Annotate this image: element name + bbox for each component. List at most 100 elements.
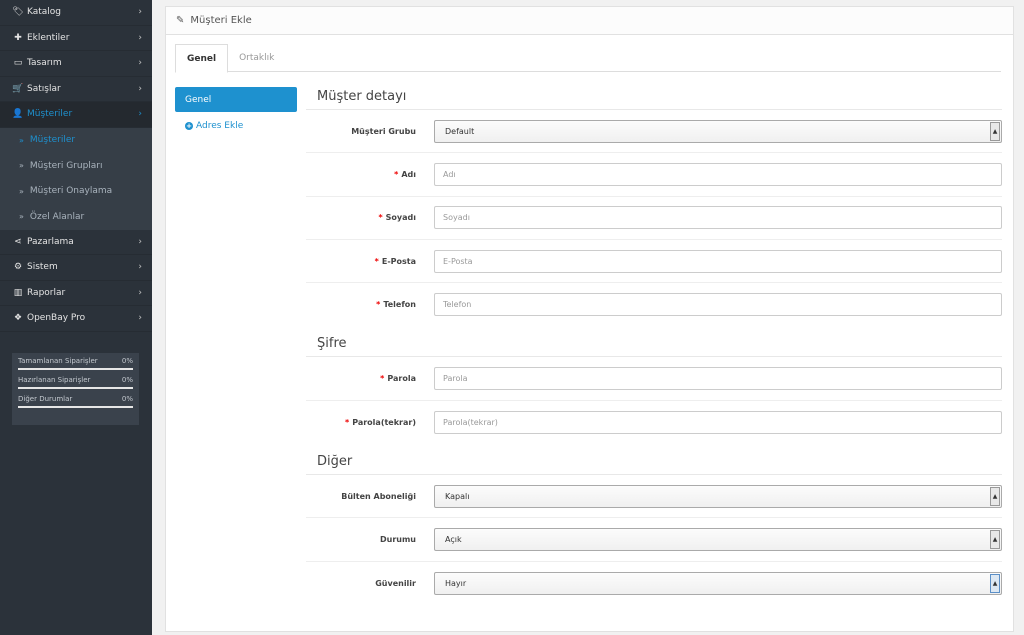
pencil-icon: ✎ bbox=[176, 15, 185, 26]
double-chevron-icon: » bbox=[19, 212, 24, 222]
tab-general[interactable]: Genel bbox=[175, 44, 229, 73]
submenu-item-label: Özel Alanlar bbox=[29, 211, 85, 222]
status-row: Hazırlanan Siparişler 0% bbox=[18, 376, 133, 389]
row-email: * E-Posta E-Posta bbox=[306, 240, 1002, 284]
plus-circle-icon: + bbox=[185, 122, 193, 130]
status-value: 0% bbox=[121, 357, 133, 365]
sidebar-item-pazarlama[interactable]: ⋖ Pazarlama › bbox=[0, 230, 152, 255]
status-select[interactable]: Açık ▲ bbox=[434, 528, 1002, 552]
label-customer-group: Müşteri Grubu bbox=[351, 126, 416, 136]
status-label: Hazırlanan Siparişler bbox=[18, 376, 91, 384]
chevron-right-icon: › bbox=[138, 313, 142, 324]
row-status: Durumu Açık ▲ bbox=[306, 518, 1002, 562]
lastname-input[interactable]: Soyadı bbox=[434, 206, 1002, 230]
status-progress-bar bbox=[18, 368, 133, 370]
status-progress-bar bbox=[18, 406, 133, 408]
customer-group-select[interactable]: Default ▲ bbox=[434, 119, 1002, 143]
add-address-link[interactable]: + Adres Ekle bbox=[175, 121, 297, 131]
form-content: Müşter detayı Müşteri Grubu Default ▲ * A… bbox=[306, 79, 1002, 605]
chevron-right-icon: › bbox=[138, 236, 142, 247]
sidebar-item-label: Katalog bbox=[27, 7, 62, 18]
row-phone: * Telefon Telefon bbox=[306, 283, 1002, 326]
dropdown-caret-icon: ▲ bbox=[990, 573, 1000, 593]
sidebar-submenu: » Müşteriler » Müşteri Grupları » Müşteri Ona… bbox=[0, 127, 152, 230]
double-chevron-icon: » bbox=[19, 135, 24, 145]
submenu-item-label: Müşteri Grupları bbox=[29, 160, 103, 171]
row-password: * Parola Parola bbox=[306, 357, 1002, 401]
chevron-right-icon: › bbox=[138, 83, 142, 94]
main-panel: ✎ Müşteri Ekle Genel Ortaklık Genel + Ad… bbox=[165, 6, 1014, 632]
row-newsletter: Bülten Aboneliği Kapalı ▲ bbox=[306, 475, 1002, 519]
submenu-item[interactable]: » Müşteri Grupları bbox=[0, 153, 152, 179]
tab-affiliate[interactable]: Ortaklık bbox=[228, 44, 285, 72]
add-address-label: Adres Ekle bbox=[196, 121, 244, 131]
sidebar-item-eklentiler[interactable]: ✚ Eklentiler › bbox=[0, 26, 152, 51]
tab-bar: Genel Ortaklık bbox=[175, 44, 1001, 73]
status-label: Tamamlanan Siparişler bbox=[18, 357, 98, 365]
customer-group-value: Default bbox=[445, 126, 475, 136]
newsletter-select[interactable]: Kapalı ▲ bbox=[434, 484, 1002, 508]
puzzle-icon: ✚ bbox=[14, 32, 22, 43]
status-value: 0% bbox=[121, 376, 133, 384]
section-customer-detail: Müşter detayı bbox=[306, 79, 1002, 110]
row-confirm: * Parola(tekrar) Parola(tekrar) bbox=[306, 401, 1002, 444]
sidebar-item-label: Satışlar bbox=[27, 83, 61, 94]
sidebar-item-satışlar[interactable]: 🛒 Satışlar › bbox=[0, 77, 152, 102]
gear-icon: ⚙ bbox=[13, 262, 23, 273]
submenu-item[interactable]: » Özel Alanlar bbox=[0, 204, 152, 230]
label-password: * Parola bbox=[380, 374, 416, 384]
chevron-right-icon: › bbox=[138, 262, 142, 273]
submenu-item-label: Müşteriler bbox=[29, 135, 76, 146]
password-input[interactable]: Parola bbox=[434, 367, 1002, 391]
status-value: 0% bbox=[121, 395, 133, 403]
share-icon: ⋖ bbox=[14, 236, 22, 247]
email-input[interactable]: E-Posta bbox=[434, 249, 1002, 273]
sidebar-item-katalog[interactable]: 🏷 Katalog › bbox=[0, 0, 152, 26]
nav-pill-general[interactable]: Genel bbox=[175, 87, 297, 112]
dropdown-caret-icon: ▲ bbox=[990, 486, 1000, 506]
chevron-right-icon: › bbox=[138, 58, 142, 69]
status-row: Tamamlanan Siparişler 0% bbox=[18, 357, 133, 370]
sidebar-item-müşteriler[interactable]: 👤 Müşteriler › bbox=[0, 102, 152, 128]
dropdown-caret-icon: ▲ bbox=[990, 121, 1000, 141]
confirm-input[interactable]: Parola(tekrar) bbox=[434, 410, 1002, 434]
row-firstname: * Adı Adı bbox=[306, 153, 1002, 197]
label-phone: * Telefon bbox=[376, 300, 416, 310]
section-other: Diğer bbox=[306, 444, 1002, 476]
label-confirm: * Parola(tekrar) bbox=[345, 417, 416, 427]
phone-input[interactable]: Telefon bbox=[434, 293, 1002, 317]
sidebar-item-openbay-pro[interactable]: ❖ OpenBay Pro › bbox=[0, 306, 152, 332]
status-row: Diğer Durumlar 0% bbox=[18, 395, 133, 408]
newsletter-value: Kapalı bbox=[445, 491, 470, 501]
safe-select[interactable]: Hayır ▲ bbox=[434, 571, 1002, 595]
chevron-right-icon: › bbox=[138, 7, 142, 18]
sidebar-menu-top: 🏷 Katalog › ✚ Eklentiler › ▭ Tasarım › 🛒 Satışlar ›… bbox=[0, 0, 152, 128]
chevron-right-icon: › bbox=[138, 32, 142, 43]
sidebar-item-sistem[interactable]: ⚙ Sistem › bbox=[0, 255, 152, 281]
row-customer-group: Müşteri Grubu Default ▲ bbox=[306, 110, 1002, 154]
firstname-input[interactable]: Adı bbox=[434, 162, 1002, 186]
chevron-right-icon: › bbox=[138, 109, 142, 120]
status-value: Açık bbox=[445, 535, 462, 545]
sidebar-item-tasarım[interactable]: ▭ Tasarım › bbox=[0, 51, 152, 77]
monitor-icon: ▭ bbox=[13, 58, 23, 69]
left-nav: Genel + Adres Ekle bbox=[175, 87, 297, 131]
sidebar-menu-bottom: ⋖ Pazarlama › ⚙ Sistem › ▥ Raporlar › ❖ OpenBay Pr… bbox=[0, 230, 152, 332]
label-status: Durumu bbox=[379, 535, 416, 545]
sidebar-item-raporlar[interactable]: ▥ Raporlar › bbox=[0, 281, 152, 306]
double-chevron-icon: » bbox=[19, 186, 24, 196]
section-password: Şifre bbox=[306, 326, 1002, 358]
sidebar-item-label: Tasarım bbox=[27, 58, 62, 69]
label-newsletter: Bülten Aboneliği bbox=[341, 491, 416, 501]
submenu-item[interactable]: » Müşteriler bbox=[0, 128, 152, 154]
sidebar-item-label: Sistem bbox=[27, 262, 58, 273]
label-lastname: * Soyadı bbox=[378, 213, 416, 223]
row-lastname: * Soyadı Soyadı bbox=[306, 197, 1002, 240]
submenu-item-label: Müşteri Onaylama bbox=[29, 186, 113, 197]
dropdown-caret-icon: ▲ bbox=[990, 530, 1000, 550]
sidebar-item-label: Pazarlama bbox=[27, 236, 74, 247]
cubes-icon: ❖ bbox=[13, 313, 23, 324]
chevron-right-icon: › bbox=[138, 287, 142, 298]
panel-title: Müşteri Ekle bbox=[190, 15, 252, 26]
submenu-item[interactable]: » Müşteri Onaylama bbox=[0, 179, 152, 205]
